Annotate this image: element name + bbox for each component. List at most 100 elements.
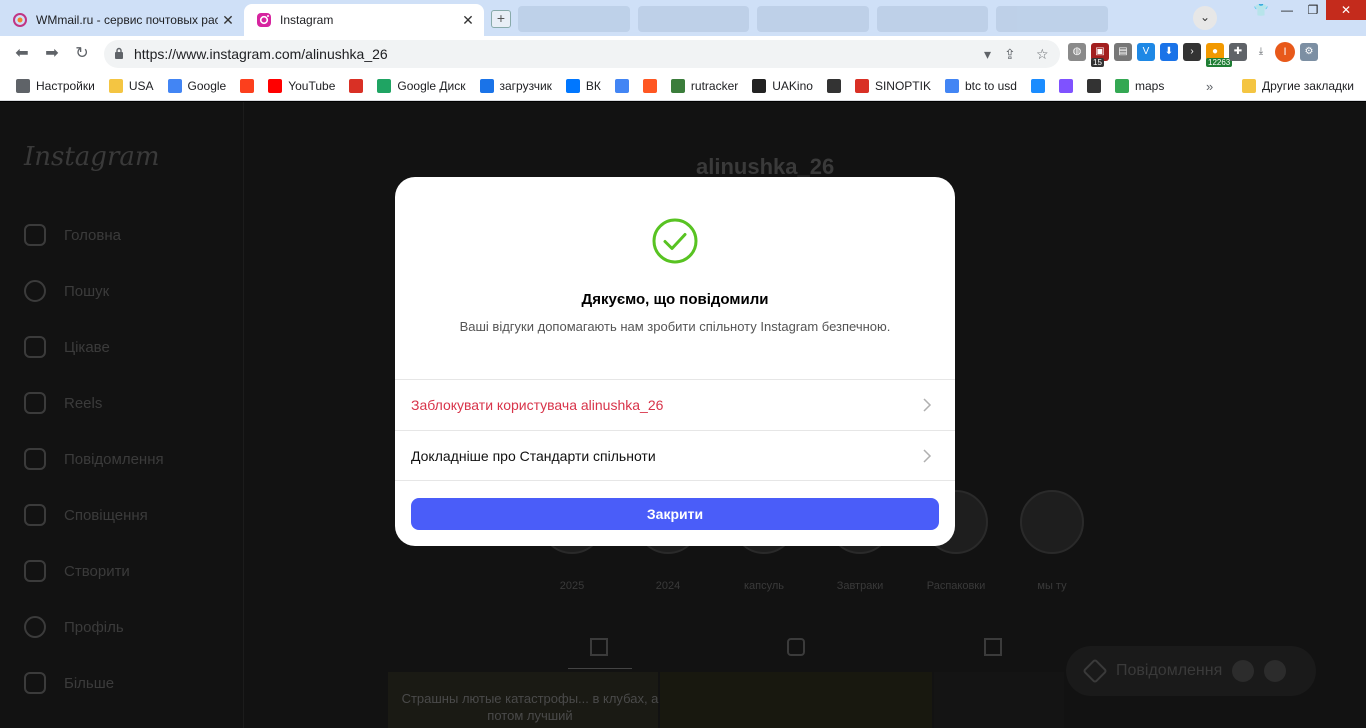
heart-icon (24, 504, 46, 526)
tab-title: WMmail.ru - сервис почтовых рас (36, 13, 218, 27)
minimize-button[interactable]: — (1274, 0, 1300, 20)
puzzle-extensions-icon[interactable]: ✚ (1229, 43, 1247, 61)
bookmark-btc-to-usd[interactable]: btc to usd (944, 79, 1017, 93)
messages-pill: Повідомлення (1066, 646, 1316, 696)
forward-button[interactable]: ➡ (42, 44, 62, 64)
bookmark-google-диск[interactable]: Google Диск (377, 79, 466, 93)
community-standards-label: Докладніше про Стандарти спільноти (411, 447, 656, 464)
infinity-icon (479, 79, 494, 93)
bookmark-вк[interactable]: ВК (565, 79, 601, 93)
bookmark-translate[interactable] (614, 79, 629, 93)
bookmark-настройки[interactable]: Настройки (16, 79, 95, 93)
block-user-button[interactable]: Заблокувати користувача alinushka_26 (395, 379, 955, 430)
menu-icon (24, 672, 46, 694)
tagged-tab-icon (984, 638, 1002, 656)
share-icon[interactable]: ⇪ (1004, 46, 1016, 63)
settings-extension-icon[interactable]: ⚙ (1300, 43, 1318, 61)
instagram-favicon-icon (256, 12, 272, 28)
bookmark-usa[interactable]: USA (108, 79, 154, 93)
bookmark-f[interactable] (642, 79, 657, 93)
maps-icon (1114, 79, 1129, 93)
chevron-right-icon (923, 449, 932, 463)
story-highlight-label: 2025 (559, 580, 585, 592)
f-icon (642, 79, 657, 93)
tab-instagram[interactable]: Instagram ✕ (244, 4, 484, 36)
youtube-icon (268, 79, 283, 93)
wmmail-favicon-icon (12, 12, 28, 28)
globe-extension-icon[interactable]: ◍ (1068, 43, 1086, 61)
reload-button[interactable]: ↻ (72, 44, 92, 64)
bookmarks-overflow-button[interactable]: » (1206, 79, 1213, 94)
bookmarks-bar: Настройки USA Google YouTube Google Диск загр… (0, 72, 1366, 101)
briefcase-extension-icon[interactable]: ▤ (1114, 43, 1132, 61)
back-button[interactable]: ⬅ (12, 44, 32, 64)
avatar (1232, 660, 1255, 682)
story-highlight-label: 2024 (655, 580, 681, 592)
new-tab-button[interactable]: + (491, 10, 511, 28)
maximize-button[interactable]: ❐ (1300, 0, 1326, 20)
uakino-icon (752, 79, 767, 93)
ig-nav-item: Повідомлення (24, 448, 164, 470)
yandex-icon (240, 79, 255, 93)
tab-close-icon[interactable]: ✕ (218, 12, 238, 29)
close-dialog-button[interactable]: Закрити (411, 498, 939, 530)
ig-nav-item: Більше (24, 672, 114, 694)
download-extension-icon[interactable]: ⬇ (1160, 43, 1178, 61)
bookmark-uakino[interactable]: UAKino (752, 79, 813, 93)
customize-icon[interactable]: 👕 (1248, 0, 1274, 20)
tab-wmmail[interactable]: WMmail.ru - сервис почтовых рас ✕ (0, 4, 244, 36)
window-close-button[interactable]: ✕ (1326, 0, 1366, 20)
home-icon (24, 224, 46, 246)
terminal-extension-icon[interactable]: › (1183, 43, 1201, 61)
v-extension-icon[interactable]: V (1137, 43, 1155, 61)
translate-icon (614, 79, 629, 93)
instagram-logo: Instagram (24, 142, 160, 172)
thermometer-icon (854, 79, 869, 93)
bookmark-chess[interactable] (826, 79, 841, 93)
profile-avatar[interactable]: I (1275, 42, 1295, 62)
gmail-icon (349, 79, 364, 93)
ig-nav-item: Reels (24, 392, 102, 414)
google-drive-icon (377, 79, 392, 93)
bookmark-yandex[interactable] (240, 79, 255, 93)
search-icon (24, 280, 46, 302)
messenger-icon (24, 448, 46, 470)
shield-extension-icon[interactable]: ▣ 15 (1091, 43, 1109, 67)
success-check-icon (652, 218, 698, 264)
bookmark-p[interactable] (1030, 79, 1045, 93)
story-highlight-label: мы ту (1037, 580, 1067, 592)
community-standards-link[interactable]: Докладніше про Стандарти спільноти (395, 430, 955, 481)
ig-nav-item: Цікаве (24, 336, 110, 358)
bookmark-maps[interactable]: maps (1114, 79, 1164, 93)
story-highlight (1020, 490, 1084, 554)
bookmark-google[interactable]: Google (167, 79, 226, 93)
bookmark-star-icon[interactable]: ☆ (1036, 46, 1049, 63)
bookmark-sinoptik[interactable]: SINOPTIK (854, 79, 931, 93)
extensions-area: ◍ ▣ 15 ▤ V ⬇ › ● 12263 ✚ ⤓ I ⚙ (1068, 42, 1318, 67)
coin-extension-icon[interactable]: ● 12263 (1206, 43, 1233, 67)
lock-icon (115, 47, 123, 59)
dialog-title: Дякуємо, що повідомили (581, 291, 769, 308)
bookmark-загрузчик[interactable]: загрузчик (479, 79, 552, 93)
bc-icon (1086, 79, 1101, 93)
post-thumbnail (934, 672, 1064, 728)
chevron-right-icon (923, 398, 932, 412)
bookmark-gmail[interactable] (349, 79, 364, 93)
bookmark-bc[interactable] (1086, 79, 1101, 93)
ig-nav-item: Головна (24, 224, 121, 246)
rutracker-icon (670, 79, 685, 93)
bookmark-rutracker[interactable]: rutracker (670, 79, 738, 93)
story-highlight-label: Распаковки (926, 580, 986, 592)
bookmark-youtube[interactable]: YouTube (268, 79, 335, 93)
ig-nav-item: Сповіщення (24, 504, 148, 526)
profile-icon (24, 616, 46, 638)
dialog-subtitle: Ваші відгуки допомагають нам зробити спі… (459, 319, 891, 334)
dropdown-icon[interactable]: ▾ (984, 46, 991, 63)
address-bar[interactable]: https://www.instagram.com/alinushka_26 ▾… (104, 40, 1060, 68)
tab-close-icon[interactable]: ✕ (458, 12, 478, 29)
profile-menu-button[interactable]: ⌄ (1193, 6, 1217, 30)
other-bookmarks[interactable]: Другие закладки (1242, 79, 1354, 93)
bookmark-kotlin[interactable] (1058, 79, 1073, 93)
google-icon (944, 79, 959, 93)
downloads-icon[interactable]: ⤓ (1252, 43, 1270, 61)
